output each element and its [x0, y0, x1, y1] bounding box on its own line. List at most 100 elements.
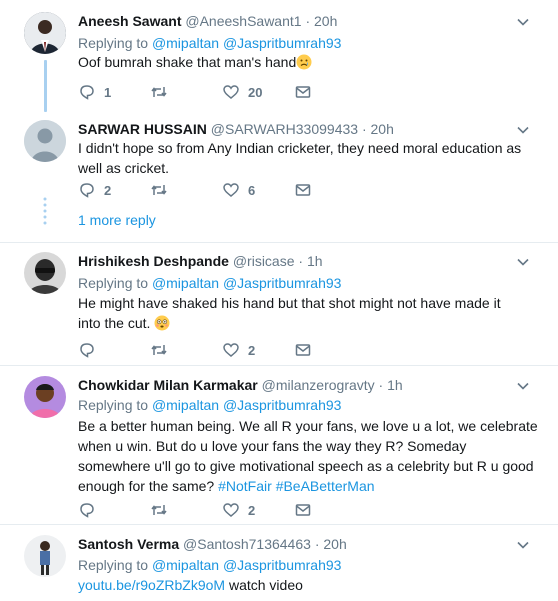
retweet-icon [151, 345, 167, 355]
hashtag-link[interactable]: #BeABetterMan [276, 478, 375, 494]
tweet-header: Santosh Verma @Santosh71364463 · 20h [78, 535, 347, 553]
chevron-down-icon[interactable] [516, 379, 530, 393]
mention-link[interactable]: @Jaspritbumrah93 [223, 557, 342, 573]
chevron-down-icon[interactable] [516, 255, 530, 269]
timestamp[interactable]: 1h [307, 253, 323, 269]
mention-link[interactable]: @mipaltan [152, 557, 219, 573]
replying-to-label: Replying to [78, 275, 149, 291]
display-name[interactable]: Aneesh Sawant [78, 13, 181, 29]
user-handle[interactable]: @milanzerogravty [262, 377, 375, 393]
retweet-button[interactable] [150, 82, 176, 102]
user-handle[interactable]: @AneeshSawant1 [185, 13, 301, 29]
reply-button[interactable]: 1 [78, 82, 111, 102]
display-name[interactable]: Santosh Verma [78, 536, 179, 552]
separator-dot: · [378, 377, 384, 393]
tweet-text-content: He might have shaked his hand but that s… [78, 295, 501, 331]
envelope-icon [295, 504, 311, 516]
user-handle[interactable]: @Santosh71364463 [183, 536, 311, 552]
retweet-icon [151, 87, 167, 97]
mention-link[interactable]: @Jaspritbumrah93 [223, 35, 342, 51]
tweet-hrishikesh[interactable]: Hrishikesh Deshpande @risicase · 1h Repl… [0, 243, 558, 365]
chevron-down-icon[interactable] [516, 123, 530, 137]
mention-link[interactable]: @mipaltan [152, 397, 219, 413]
flushed-face-icon [154, 315, 170, 331]
retweet-button[interactable] [150, 180, 176, 200]
envelope-icon [295, 184, 311, 196]
crying-face-icon [296, 54, 312, 70]
direct-message-button[interactable] [294, 340, 312, 360]
heart-icon [223, 503, 239, 517]
timestamp[interactable]: 20h [314, 13, 337, 29]
like-button[interactable]: 20 [222, 82, 262, 102]
tweet-text: youtu.be/r9oZRbZk9oM watch video [78, 575, 536, 595]
tweet-header: SARWAR HUSSAIN @SARWARH33099433 · 20h [78, 120, 394, 138]
hashtag-link[interactable]: #NotFair [218, 478, 272, 494]
tweet-actions: 2 [78, 340, 318, 360]
heart-icon [223, 343, 239, 357]
thread-dots [43, 197, 47, 225]
separator-dot: · [305, 13, 311, 29]
tweet-text-content: watch video [228, 577, 303, 593]
separator-dot: · [314, 536, 320, 552]
video-link[interactable]: youtu.be/r9oZRbZk9oM [78, 577, 225, 593]
timestamp[interactable]: 1h [387, 377, 403, 393]
tweet-milan[interactable]: Chowkidar Milan Karmakar @milanzerogravt… [0, 366, 558, 524]
separator-dot: · [298, 253, 304, 269]
avatar[interactable] [24, 376, 66, 418]
reply-icon [80, 183, 94, 198]
direct-message-button[interactable] [294, 180, 312, 200]
replying-to: Replying to @mipaltan @Jaspritbumrah93 [78, 34, 341, 52]
user-handle[interactable]: @risicase [233, 253, 295, 269]
user-handle[interactable]: @SARWARH33099433 [211, 121, 358, 137]
direct-message-button[interactable] [294, 500, 312, 520]
display-name[interactable]: Hrishikesh Deshpande [78, 253, 229, 269]
display-name[interactable]: SARWAR HUSSAIN [78, 121, 207, 137]
mention-link[interactable]: @mipaltan [152, 35, 219, 51]
replying-to-label: Replying to [78, 397, 149, 413]
envelope-icon [295, 86, 311, 98]
tweet-header: Hrishikesh Deshpande @risicase · 1h [78, 252, 323, 270]
more-replies-link[interactable]: 1 more reply [78, 212, 156, 228]
display-name[interactable]: Chowkidar Milan Karmakar [78, 377, 258, 393]
timestamp[interactable]: 20h [371, 121, 394, 137]
avatar[interactable] [24, 120, 66, 162]
like-button[interactable]: 2 [222, 340, 255, 360]
retweet-icon [151, 505, 167, 515]
avatar[interactable] [24, 12, 66, 54]
chevron-down-icon[interactable] [516, 538, 530, 552]
tweet-aneesh[interactable]: Aneesh Sawant @AneeshSawant1 · 20h Reply… [0, 0, 558, 112]
replying-to-label: Replying to [78, 35, 149, 51]
like-button[interactable]: 6 [222, 180, 255, 200]
replying-to: Replying to @mipaltan @Jaspritbumrah93 [78, 396, 341, 414]
tweet-santosh[interactable]: Santosh Verma @Santosh71364463 · 20h Rep… [0, 525, 558, 601]
avatar[interactable] [24, 535, 66, 577]
tweet-sarwar[interactable]: SARWAR HUSSAIN @SARWARH33099433 · 20h I … [0, 112, 558, 242]
tweet-text: I didn't hope so from Any Indian cricket… [78, 138, 538, 178]
reply-icon [80, 503, 94, 518]
direct-message-button[interactable] [294, 82, 312, 102]
timestamp[interactable]: 20h [323, 536, 346, 552]
thread-connector [44, 60, 47, 112]
like-count: 20 [248, 84, 263, 100]
like-count: 2 [248, 342, 256, 358]
replying-to-label: Replying to [78, 557, 149, 573]
reply-button[interactable] [78, 500, 104, 520]
reply-icon [80, 343, 94, 358]
reply-button[interactable] [78, 340, 104, 360]
like-button[interactable]: 2 [222, 500, 255, 520]
retweet-button[interactable] [150, 340, 176, 360]
tweet-text: Be a better human being. We all R your f… [78, 416, 538, 496]
tweet-header: Aneesh Sawant @AneeshSawant1 · 20h [78, 12, 337, 30]
mention-link[interactable]: @mipaltan [152, 275, 219, 291]
mention-link[interactable]: @Jaspritbumrah93 [223, 275, 342, 291]
tweet-text-content: Oof bumrah shake that man's hand [78, 54, 297, 70]
avatar[interactable] [24, 252, 66, 294]
heart-icon [223, 85, 239, 99]
retweet-icon [151, 185, 167, 195]
mention-link[interactable]: @Jaspritbumrah93 [223, 397, 342, 413]
reply-button[interactable]: 2 [78, 180, 111, 200]
chevron-down-icon[interactable] [516, 15, 530, 29]
replying-to: Replying to @mipaltan @Jaspritbumrah93 [78, 274, 341, 292]
retweet-button[interactable] [150, 500, 176, 520]
reply-count: 2 [104, 182, 112, 198]
